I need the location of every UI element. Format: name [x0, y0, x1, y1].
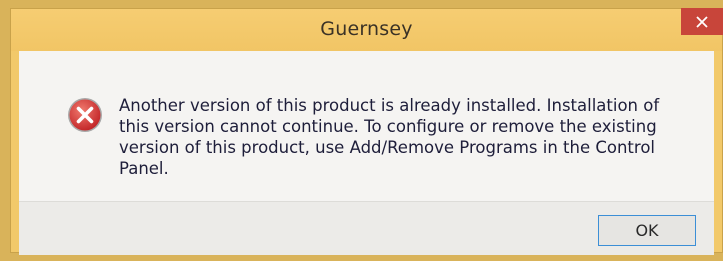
error-icon — [68, 98, 102, 132]
dialog-content: Another version of this product is alrea… — [19, 51, 714, 201]
ok-button[interactable]: OK — [598, 215, 696, 246]
dialog-window: Guernsey Another version of this product… — [10, 8, 723, 255]
title-bar[interactable]: Guernsey — [11, 8, 723, 51]
close-icon — [696, 15, 708, 28]
close-button[interactable] — [681, 8, 723, 35]
error-message: Another version of this product is alrea… — [119, 96, 660, 178]
window-title: Guernsey — [320, 18, 413, 40]
button-area: OK — [19, 201, 714, 255]
